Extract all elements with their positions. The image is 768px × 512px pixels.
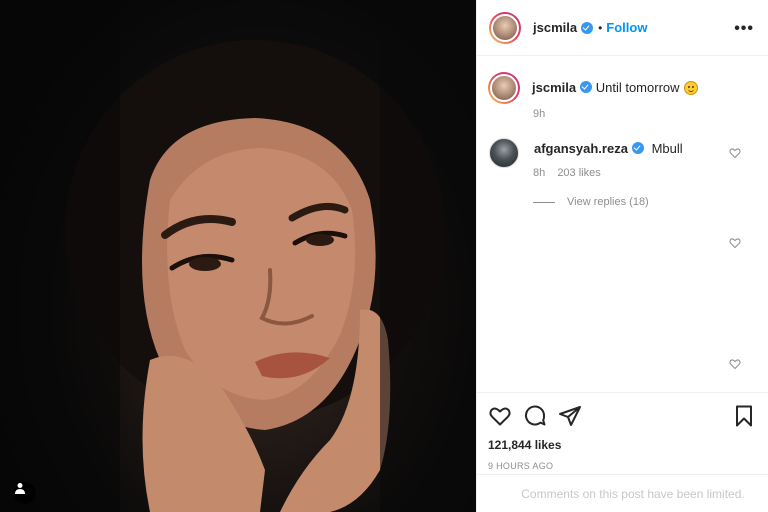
comment-meta: 8h 203 likes (533, 167, 610, 179)
commenter-avatar[interactable] (489, 138, 519, 168)
caption-author-avatar[interactable] (488, 72, 520, 104)
verified-badge-icon (580, 81, 593, 93)
separator-dot: • (598, 20, 603, 35)
post-actions: 121,844 likes 9 HOURS AGO (476, 392, 768, 471)
follow-button[interactable]: Follow (606, 20, 647, 35)
post-header: jscmila • Follow ••• (477, 0, 768, 56)
bookmark-icon[interactable] (732, 404, 756, 428)
caption-username[interactable]: jscmila (532, 80, 576, 95)
heart-icon[interactable] (488, 404, 512, 428)
author-username[interactable]: jscmila (533, 20, 577, 35)
smiley-emoji-icon (683, 81, 698, 95)
replies-line (533, 201, 555, 203)
verified-badge-icon (581, 21, 594, 34)
caption-text: Until tomorrow (595, 80, 680, 95)
comment-bubble-icon[interactable] (523, 404, 547, 428)
posted-time[interactable]: 9 HOURS AGO (488, 461, 756, 471)
caption-time[interactable]: 9h (533, 108, 545, 120)
comment-like-heart-icon[interactable] (729, 237, 741, 249)
selfie-illustration (0, 0, 476, 512)
action-icons (488, 403, 756, 429)
comment-time[interactable]: 8h (533, 167, 545, 179)
view-replies-label: View replies (18) (567, 196, 649, 208)
tagged-users-button[interactable] (14, 482, 36, 504)
comments-limited-notice: Comments on this post have been limited. (476, 474, 768, 512)
caption: jscmila Until tomorrow (488, 72, 698, 104)
commenter-username[interactable]: afgansyah.reza (534, 141, 628, 156)
verified-badge-icon (631, 142, 644, 154)
post-photo[interactable] (0, 0, 476, 512)
view-replies-button[interactable]: View replies (18) (533, 196, 649, 208)
comment-like-heart-icon[interactable] (729, 147, 741, 159)
paper-plane-icon[interactable] (558, 404, 582, 428)
comment-item: afgansyah.reza Mbull (489, 138, 757, 168)
comment-text: Mbull (651, 141, 683, 156)
more-horizontal-icon[interactable]: ••• (734, 20, 754, 38)
user-icon (15, 483, 25, 494)
comment-like-heart-icon[interactable] (729, 358, 741, 370)
instagram-post-view: jscmila • Follow ••• jscmila Until tomor… (0, 0, 768, 512)
comment-likes[interactable]: 203 likes (557, 167, 600, 179)
likes-count[interactable]: 121,844 likes (488, 438, 756, 452)
author-avatar[interactable] (489, 11, 521, 44)
